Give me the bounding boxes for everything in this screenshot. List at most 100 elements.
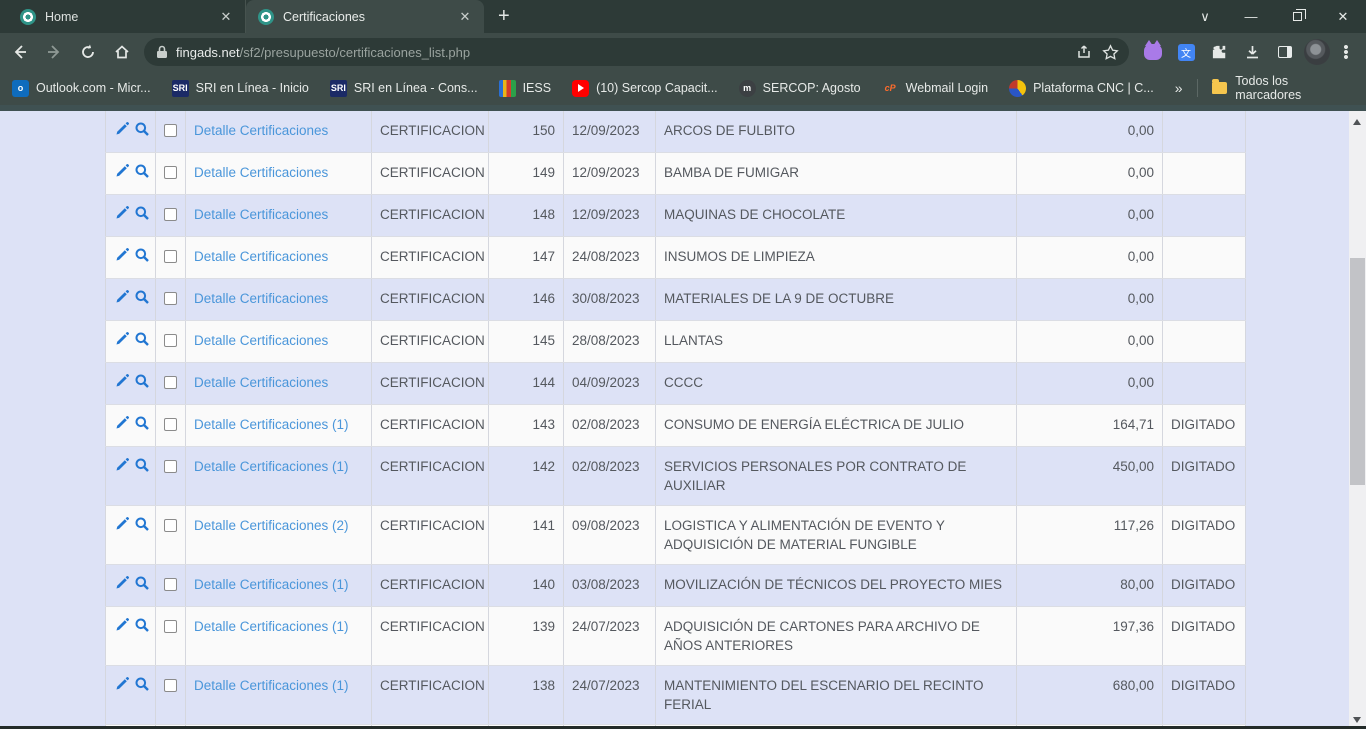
reload-button[interactable] bbox=[74, 38, 102, 66]
detail-link[interactable]: Detalle Certificaciones bbox=[194, 375, 328, 390]
row-checkbox[interactable] bbox=[164, 418, 177, 431]
view-magnifier-icon[interactable] bbox=[134, 617, 150, 638]
detail-link[interactable]: Detalle Certificaciones (1) bbox=[194, 459, 349, 474]
detail-link[interactable]: Detalle Certificaciones bbox=[194, 333, 328, 348]
home-button[interactable] bbox=[108, 38, 136, 66]
number-cell: 144 bbox=[489, 363, 564, 405]
scroll-down-icon[interactable] bbox=[1353, 717, 1361, 723]
amount-cell: 197,36 bbox=[1017, 607, 1163, 666]
row-checkbox[interactable] bbox=[164, 376, 177, 389]
bookmark-item[interactable]: IESS bbox=[499, 80, 552, 97]
row-checkbox[interactable] bbox=[164, 124, 177, 137]
row-checkbox[interactable] bbox=[164, 578, 177, 591]
tab-home[interactable]: Home ✕ bbox=[8, 0, 246, 33]
status-cell: DIGITADO bbox=[1163, 506, 1246, 565]
translate-icon[interactable]: 文 bbox=[1172, 38, 1200, 66]
extension-cat-icon[interactable] bbox=[1139, 38, 1167, 66]
row-checkbox[interactable] bbox=[164, 166, 177, 179]
profile-avatar[interactable] bbox=[1304, 39, 1330, 65]
extensions-puzzle-icon[interactable] bbox=[1205, 38, 1233, 66]
vertical-scrollbar[interactable] bbox=[1349, 111, 1366, 729]
bookmark-label: Webmail Login bbox=[906, 81, 988, 95]
table-row: Detalle Certificaciones (2) CERTIFICACIO… bbox=[106, 506, 1246, 565]
bookmarks-overflow-icon[interactable]: » bbox=[1175, 80, 1183, 96]
view-magnifier-icon[interactable] bbox=[134, 373, 150, 394]
restore-button[interactable] bbox=[1274, 0, 1320, 33]
detail-link[interactable]: Detalle Certificaciones (1) bbox=[194, 678, 349, 693]
tab-certificaciones[interactable]: Certificaciones ✕ bbox=[246, 0, 484, 33]
bookmark-item[interactable]: (10) Sercop Capacit... bbox=[572, 80, 718, 97]
download-icon[interactable] bbox=[1238, 38, 1266, 66]
side-panel-icon[interactable] bbox=[1271, 38, 1299, 66]
row-checkbox[interactable] bbox=[164, 679, 177, 692]
edit-pencil-icon[interactable] bbox=[114, 676, 130, 697]
edit-pencil-icon[interactable] bbox=[114, 575, 130, 596]
edit-pencil-icon[interactable] bbox=[114, 415, 130, 436]
view-magnifier-icon[interactable] bbox=[134, 676, 150, 697]
detail-link[interactable]: Detalle Certificaciones (2) bbox=[194, 518, 349, 533]
view-magnifier-icon[interactable] bbox=[134, 516, 150, 537]
bookmark-item[interactable]: m SERCOP: Agosto bbox=[739, 80, 861, 97]
detail-link[interactable]: Detalle Certificaciones (1) bbox=[194, 417, 349, 432]
view-magnifier-icon[interactable] bbox=[134, 205, 150, 226]
edit-pencil-icon[interactable] bbox=[114, 289, 130, 310]
back-button[interactable] bbox=[6, 38, 34, 66]
detail-link[interactable]: Detalle Certificaciones bbox=[194, 207, 328, 222]
forward-button[interactable] bbox=[40, 38, 68, 66]
amount-cell: 0,00 bbox=[1017, 321, 1163, 363]
restore-icon bbox=[1293, 12, 1302, 21]
scrollbar-thumb[interactable] bbox=[1350, 258, 1365, 485]
edit-pencil-icon[interactable] bbox=[114, 121, 130, 142]
view-magnifier-icon[interactable] bbox=[134, 163, 150, 184]
address-bar[interactable]: fingads.net/sf2/presupuesto/certificacio… bbox=[144, 38, 1129, 66]
scroll-up-icon[interactable] bbox=[1353, 119, 1361, 125]
edit-pencil-icon[interactable] bbox=[114, 163, 130, 184]
bookmark-item[interactable]: SRI SRI en Línea - Inicio bbox=[172, 80, 309, 97]
view-magnifier-icon[interactable] bbox=[134, 415, 150, 436]
table-row: Detalle Certificaciones CERTIFICACION 14… bbox=[106, 195, 1246, 237]
share-icon[interactable] bbox=[1071, 39, 1097, 65]
edit-pencil-icon[interactable] bbox=[114, 373, 130, 394]
detail-link[interactable]: Detalle Certificaciones (1) bbox=[194, 619, 349, 634]
row-checkbox[interactable] bbox=[164, 208, 177, 221]
description-cell: ADQUISICIÓN DE CARTONES PARA ARCHIVO DE … bbox=[656, 607, 1017, 666]
row-checkbox[interactable] bbox=[164, 620, 177, 633]
edit-pencil-icon[interactable] bbox=[114, 205, 130, 226]
detail-link[interactable]: Detalle Certificaciones bbox=[194, 249, 328, 264]
view-magnifier-icon[interactable] bbox=[134, 331, 150, 352]
view-magnifier-icon[interactable] bbox=[134, 121, 150, 142]
tab-close-icon[interactable]: ✕ bbox=[217, 8, 235, 26]
view-magnifier-icon[interactable] bbox=[134, 575, 150, 596]
detail-link[interactable]: Detalle Certificaciones bbox=[194, 291, 328, 306]
row-checkbox[interactable] bbox=[164, 250, 177, 263]
minimize-button[interactable]: — bbox=[1228, 0, 1274, 33]
tab-search-icon[interactable]: ∨ bbox=[1182, 0, 1228, 33]
edit-pencil-icon[interactable] bbox=[114, 247, 130, 268]
detail-link[interactable]: Detalle Certificaciones (1) bbox=[194, 577, 349, 592]
edit-pencil-icon[interactable] bbox=[114, 617, 130, 638]
view-magnifier-icon[interactable] bbox=[134, 247, 150, 268]
detail-link[interactable]: Detalle Certificaciones bbox=[194, 123, 328, 138]
view-magnifier-icon[interactable] bbox=[134, 457, 150, 478]
row-checkbox[interactable] bbox=[164, 292, 177, 305]
edit-pencil-icon[interactable] bbox=[114, 516, 130, 537]
new-tab-button[interactable]: + bbox=[498, 0, 510, 33]
all-bookmarks-label[interactable]: Todos los marcadores bbox=[1235, 74, 1356, 102]
edit-pencil-icon[interactable] bbox=[114, 331, 130, 352]
bookmark-star-icon[interactable] bbox=[1097, 39, 1123, 65]
bookmark-item[interactable]: o Outlook.com - Micr... bbox=[12, 80, 151, 97]
bookmark-item[interactable]: cP Webmail Login bbox=[882, 80, 988, 97]
bookmark-item[interactable]: Plataforma CNC | C... bbox=[1009, 80, 1154, 97]
tab-close-icon[interactable]: ✕ bbox=[456, 8, 474, 26]
view-magnifier-icon[interactable] bbox=[134, 289, 150, 310]
row-checkbox[interactable] bbox=[164, 519, 177, 532]
detail-link[interactable]: Detalle Certificaciones bbox=[194, 165, 328, 180]
number-cell: 139 bbox=[489, 607, 564, 666]
row-checkbox[interactable] bbox=[164, 334, 177, 347]
date-cell: 09/08/2023 bbox=[564, 506, 656, 565]
bookmark-item[interactable]: SRI SRI en Línea - Cons... bbox=[330, 80, 478, 97]
browser-menu-icon[interactable]: ••• bbox=[1336, 45, 1356, 60]
close-button[interactable]: ✕ bbox=[1320, 0, 1366, 33]
edit-pencil-icon[interactable] bbox=[114, 457, 130, 478]
row-checkbox[interactable] bbox=[164, 460, 177, 473]
